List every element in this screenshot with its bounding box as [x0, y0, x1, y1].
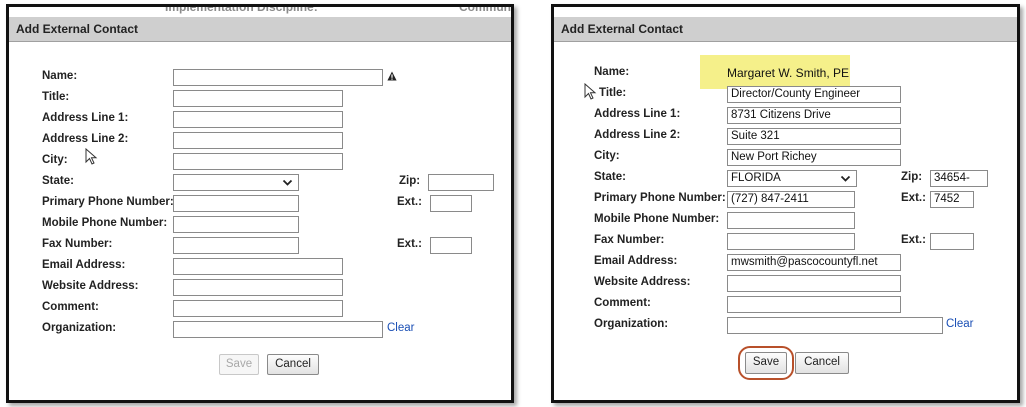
organization-label: Organization:	[594, 318, 669, 330]
fax-ext-input[interactable]	[430, 237, 472, 254]
dialog-title: Add External Contact	[554, 17, 1017, 42]
empty-contact-dialog: Implementation Discipline: Communic Add …	[6, 4, 514, 403]
city-input[interactable]: New Port Richey	[727, 149, 901, 166]
organization-input[interactable]	[173, 321, 383, 338]
comment-input[interactable]	[727, 296, 901, 313]
clear-link[interactable]: Clear	[946, 318, 973, 330]
email-input[interactable]	[173, 258, 343, 275]
name-value: Margaret W. Smith, PE	[727, 66, 850, 80]
comment-input[interactable]	[173, 300, 343, 317]
cancel-button[interactable]: Cancel	[795, 352, 849, 374]
ext-label: Ext.:	[901, 192, 926, 204]
website-label: Website Address:	[594, 276, 691, 288]
save-button[interactable]: Save	[219, 354, 259, 375]
warning-icon	[387, 71, 397, 81]
email-input[interactable]: mwsmith@pascocountyfl.net	[727, 254, 901, 271]
name-label: Name:	[42, 70, 78, 82]
website-input[interactable]	[173, 279, 343, 296]
mobile-phone-label: Mobile Phone Number:	[42, 217, 168, 229]
name-label: Name:	[594, 66, 630, 78]
address-line-1-input[interactable]: 8731 Citizens Drive	[727, 107, 901, 124]
state-select[interactable]: FLORIDA	[727, 170, 857, 187]
name-input[interactable]	[173, 69, 383, 86]
mobile-phone-input[interactable]	[173, 216, 299, 233]
title-input[interactable]: Director/County Engineer	[727, 86, 901, 103]
address-line-1-label: Address Line 1:	[42, 112, 129, 124]
address-line-2-label: Address Line 2:	[42, 133, 129, 145]
mouse-pointer-icon	[584, 83, 597, 100]
city-label: City:	[594, 150, 620, 162]
city-input[interactable]	[173, 153, 343, 170]
state-label: State:	[42, 175, 74, 187]
fax-input[interactable]	[727, 233, 855, 250]
fax-ext-label: Ext.:	[901, 234, 926, 246]
city-label: City:	[42, 154, 68, 166]
primary-phone-label: Primary Phone Number:	[594, 192, 726, 204]
organization-label: Organization:	[42, 322, 117, 334]
background-label-implementation-discipline: Implementation Discipline:	[165, 4, 318, 14]
state-select[interactable]	[173, 174, 299, 191]
comment-label: Comment:	[594, 297, 651, 309]
state-select-value: FLORIDA	[731, 172, 781, 184]
organization-input[interactable]	[727, 317, 943, 334]
fax-input[interactable]	[173, 237, 299, 254]
cancel-button[interactable]: Cancel	[267, 354, 319, 375]
website-label: Website Address:	[42, 280, 139, 292]
address-line-1-label: Address Line 1:	[594, 108, 681, 120]
address-line-2-input[interactable]: Suite 321	[727, 128, 901, 145]
address-line-1-input[interactable]	[173, 111, 343, 128]
chevron-down-icon	[282, 179, 293, 186]
website-input[interactable]	[727, 275, 901, 292]
email-label: Email Address:	[594, 255, 678, 267]
background-label-communic: Communic	[459, 4, 511, 14]
mobile-phone-label: Mobile Phone Number:	[594, 213, 720, 225]
email-label: Email Address:	[42, 259, 126, 271]
clear-link[interactable]: Clear	[387, 322, 414, 334]
primary-phone-input[interactable]	[173, 195, 299, 212]
zip-input[interactable]	[428, 174, 494, 191]
chevron-down-icon	[840, 175, 851, 182]
fax-ext-label: Ext.:	[397, 238, 422, 250]
title-label: Title:	[599, 87, 627, 99]
zip-label: Zip:	[399, 175, 421, 187]
state-label: State:	[594, 171, 626, 183]
ext-input[interactable]	[430, 195, 472, 212]
zip-input[interactable]: 34654-	[930, 170, 988, 187]
primary-phone-label: Primary Phone Number:	[42, 196, 174, 208]
address-line-2-input[interactable]	[173, 132, 343, 149]
address-line-2-label: Address Line 2:	[594, 129, 681, 141]
mobile-phone-input[interactable]	[727, 212, 855, 229]
title-input[interactable]	[173, 90, 343, 107]
mouse-pointer-icon	[85, 148, 98, 165]
primary-phone-input[interactable]: (727) 847-2411	[727, 191, 855, 208]
title-label: Title:	[42, 91, 70, 103]
ext-label: Ext.:	[397, 196, 422, 208]
fax-ext-input[interactable]	[930, 233, 974, 250]
fax-label: Fax Number:	[594, 234, 665, 246]
comment-label: Comment:	[42, 301, 99, 313]
ext-input[interactable]: 7452	[930, 191, 974, 208]
zip-label: Zip:	[901, 171, 923, 183]
filled-contact-dialog: Add External Contact Name: Margaret W. S…	[551, 4, 1020, 403]
fax-label: Fax Number:	[42, 238, 113, 250]
dialog-title: Add External Contact	[9, 17, 511, 42]
save-button[interactable]: Save	[745, 352, 787, 374]
